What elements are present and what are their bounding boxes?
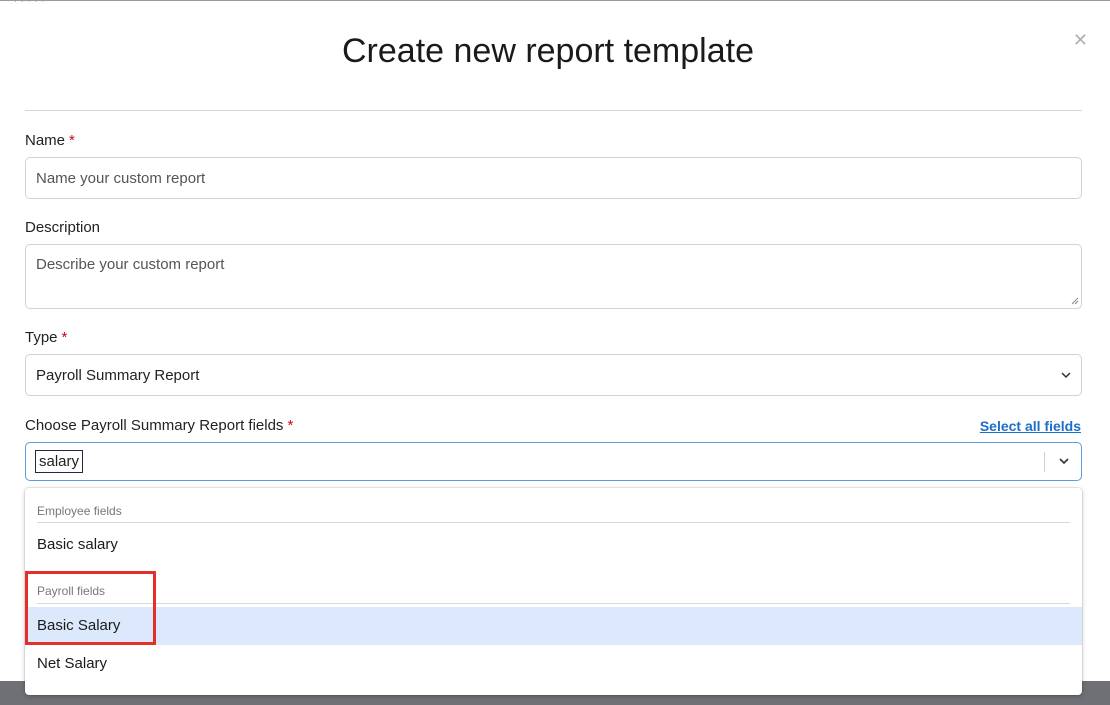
group-divider <box>37 603 1070 604</box>
description-label-text: Description <box>25 219 101 236</box>
fields-dropdown-menu: Employee fields Basic salary Payroll fie… <box>25 488 1082 695</box>
fields-search-input[interactable]: salary <box>35 450 84 473</box>
fields-label-text: Choose Payroll Summary Report fields <box>25 417 284 434</box>
required-mark: * <box>287 417 294 434</box>
required-mark: * <box>61 329 68 346</box>
modal-title: Create new report template <box>342 32 754 70</box>
close-icon[interactable]: ✕ <box>1073 31 1088 49</box>
type-select-value: Payroll Summary Report <box>36 366 200 384</box>
chevron-down-icon <box>1061 372 1071 379</box>
group-header-payroll: Payroll fields <box>37 584 106 598</box>
drag-handle: · · · · · <box>14 0 46 6</box>
fields-multiselect[interactable]: salary <box>25 442 1082 481</box>
option-basic-salary-employee[interactable]: Basic salary <box>25 526 1082 564</box>
indicator-separator <box>1044 452 1045 472</box>
description-label: Description <box>25 219 100 236</box>
type-label: Type * <box>25 329 67 346</box>
select-all-fields-link[interactable]: Select all fields <box>980 418 1081 434</box>
name-input[interactable] <box>25 157 1082 199</box>
name-label: Name * <box>25 132 75 149</box>
group-divider <box>37 522 1070 523</box>
resize-grip-icon[interactable] <box>1071 297 1079 305</box>
required-mark: * <box>69 132 75 149</box>
option-basic-salary-payroll[interactable]: Basic Salary <box>25 607 1082 645</box>
chevron-down-icon[interactable] <box>1059 456 1069 466</box>
group-header-employee: Employee fields <box>37 504 122 518</box>
description-input[interactable] <box>25 244 1082 309</box>
header-divider <box>25 110 1082 111</box>
report-template-modal: · · · · · Create new report template ✕ N… <box>0 0 1110 695</box>
type-label-text: Type <box>25 329 58 346</box>
fields-label: Choose Payroll Summary Report fields * <box>25 417 293 434</box>
type-select[interactable]: Payroll Summary Report <box>25 354 1082 396</box>
name-label-text: Name <box>25 132 66 149</box>
option-net-salary[interactable]: Net Salary <box>25 645 1082 683</box>
